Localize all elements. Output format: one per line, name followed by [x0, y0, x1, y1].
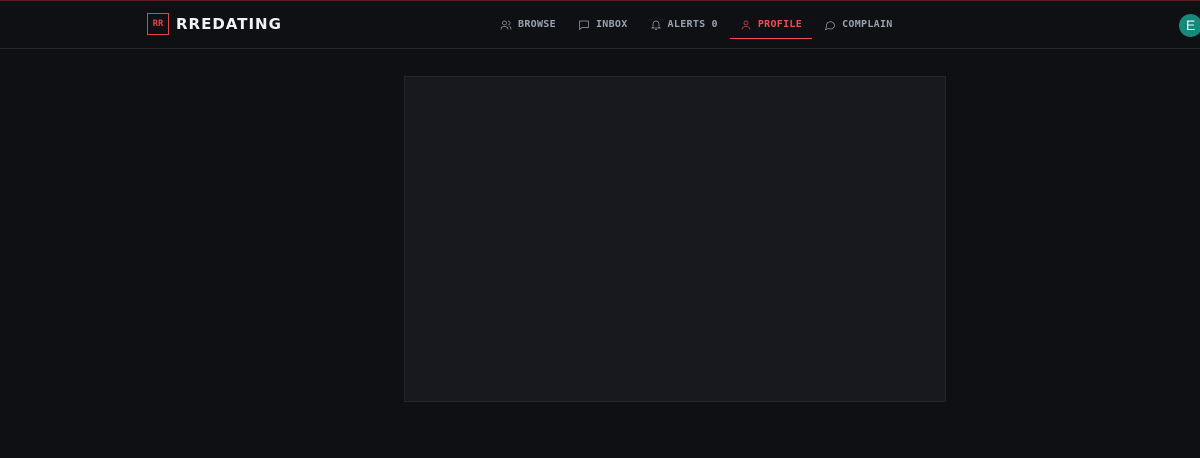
brand-mark: RR: [147, 13, 169, 35]
alerts-count: 0: [711, 19, 718, 30]
nav-item-label: BROWSE: [518, 19, 556, 30]
nav-item-alerts[interactable]: ALERTS 0: [640, 1, 728, 48]
avatar[interactable]: E: [1179, 14, 1200, 37]
top-navbar: RR RREDATING BROWSE INBOX ALERTS 0 PROFI…: [0, 1, 1200, 49]
user-icon: [741, 20, 751, 30]
nav-item-label: ALERTS: [667, 19, 706, 30]
nav-item-profile[interactable]: PROFILE: [729, 1, 813, 48]
nav-item-label: INBOX: [595, 19, 628, 30]
nav-item-inbox[interactable]: INBOX: [568, 1, 638, 48]
brand-name: RREDATING: [176, 15, 282, 33]
nav-item-label: PROFILE: [757, 19, 803, 30]
users-icon: [500, 20, 512, 30]
main-nav: BROWSE INBOX ALERTS 0 PROFILE COMPLAIN: [490, 1, 903, 48]
message-square-icon: [579, 20, 589, 30]
brand-logo[interactable]: RR RREDATING: [147, 13, 282, 35]
nav-item-complain[interactable]: COMPLAIN: [814, 1, 903, 48]
message-circle-icon: [825, 20, 835, 30]
bell-icon: [650, 20, 661, 30]
nav-item-browse[interactable]: BROWSE: [490, 1, 566, 48]
profile-card: [404, 76, 946, 402]
nav-item-label: COMPLAIN: [842, 19, 893, 30]
